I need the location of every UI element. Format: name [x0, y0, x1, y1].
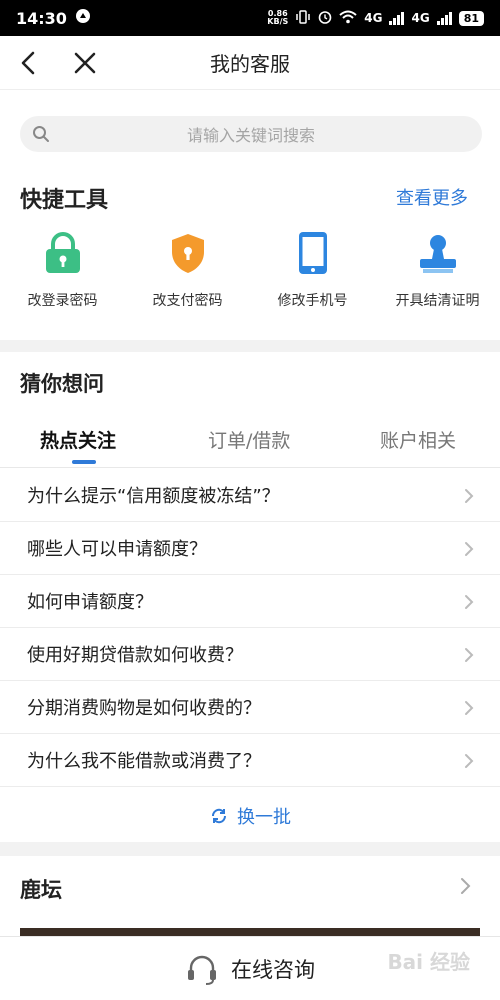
- quick-tools-title: 快捷工具: [20, 188, 109, 213]
- faq-item[interactable]: 为什么提示“信用额度被冻结”？: [0, 469, 500, 522]
- close-icon: [74, 52, 96, 74]
- refresh-icon: [211, 808, 227, 824]
- tool-label: 修改手机号: [277, 293, 348, 309]
- chevron-right-icon: [461, 878, 471, 894]
- chevron-right-icon: [465, 754, 474, 768]
- question-tabs: 热点关注 订单/借款 账户相关: [0, 416, 500, 468]
- chevron-right-icon: [465, 542, 474, 556]
- faq-question: 使用好期贷借款如何收费？: [27, 645, 243, 666]
- network-label-1: 4G: [364, 11, 383, 25]
- tab-account[interactable]: 账户相关: [380, 426, 456, 453]
- headset-icon: [188, 955, 216, 985]
- phone-icon: [290, 230, 336, 276]
- faq-question: 哪些人可以申请额度？: [27, 539, 207, 560]
- faq-list: 为什么提示“信用额度被冻结”？ 哪些人可以申请额度？ 如何申请额度？ 使用好期贷…: [0, 469, 500, 787]
- wifi-icon: [339, 10, 357, 27]
- search-placeholder: 请输入关键词搜索: [186, 126, 315, 145]
- back-button[interactable]: [14, 48, 44, 78]
- shield-icon: [165, 230, 211, 276]
- chevron-right-icon: [465, 701, 474, 715]
- tool-change-login-password[interactable]: 改登录密码: [0, 230, 125, 310]
- faq-item[interactable]: 哪些人可以申请额度？: [0, 522, 500, 575]
- faq-item[interactable]: 使用好期贷借款如何收费？: [0, 628, 500, 681]
- faq-item[interactable]: 为什么我不能借款或消费了？: [0, 734, 500, 787]
- chevron-right-icon: [465, 489, 474, 503]
- status-time: 14:30: [16, 8, 67, 28]
- tool-change-pay-password[interactable]: 改支付密码: [125, 230, 250, 310]
- faq-item[interactable]: 如何申请额度？: [0, 575, 500, 628]
- lock-icon: [40, 230, 86, 276]
- chevron-right-icon: [465, 595, 474, 609]
- faq-question: 为什么我不能借款或消费了？: [27, 751, 261, 772]
- guess-title: 猜你想问: [20, 372, 104, 396]
- search-icon: [33, 126, 49, 142]
- notification-icon: [75, 8, 91, 28]
- chevron-right-icon: [465, 648, 474, 662]
- faq-item[interactable]: 分期消费购物是如何收费的？: [0, 681, 500, 734]
- signal-icon: [389, 11, 405, 25]
- battery-level: 81: [458, 10, 484, 26]
- faq-question: 如何申请额度？: [27, 592, 153, 613]
- alarm-icon: [318, 10, 332, 27]
- close-button[interactable]: [70, 48, 100, 78]
- tool-label: 开具结清证明: [395, 293, 480, 309]
- network-speed: 0.86 KB/S: [267, 9, 289, 26]
- nav-bar: 我的客服: [0, 36, 500, 90]
- signal-icon-2: [436, 11, 452, 25]
- tab-orders-loans[interactable]: 订单/借款: [208, 426, 290, 453]
- faq-question: 分期消费购物是如何收费的？: [27, 698, 261, 719]
- refresh-label: 换一批: [237, 807, 291, 828]
- vibrate-icon: [295, 9, 311, 27]
- tool-change-phone[interactable]: 修改手机号: [250, 230, 375, 310]
- tool-label: 改支付密码: [152, 293, 223, 309]
- stamp-icon: [415, 230, 461, 276]
- status-bar: 14:30 0.86 KB/S 4G 4G 81: [0, 0, 500, 36]
- network-label-2: 4G: [411, 11, 430, 25]
- chevron-left-icon: [21, 51, 35, 75]
- forum-card[interactable]: 鹿坛: [0, 856, 500, 936]
- tool-label: 改登录密码: [27, 293, 98, 309]
- forum-banner-image: [20, 928, 480, 936]
- tool-settlement-certificate[interactable]: 开具结清证明: [375, 230, 500, 310]
- watermark-logo: Bai 经验: [387, 950, 470, 974]
- forum-title: 鹿坛: [20, 878, 62, 902]
- search-input[interactable]: 请输入关键词搜索: [20, 116, 482, 152]
- view-more-link[interactable]: 查看更多: [396, 184, 468, 210]
- tab-hot-topics[interactable]: 热点关注: [40, 426, 116, 453]
- quick-tools-list: 改登录密码 改支付密码 修改手机号 开具结清证明: [0, 230, 500, 310]
- top-card: 请输入关键词搜索 快捷工具 查看更多 改登录密码 改支付密码 修改手机号 开具结…: [0, 90, 500, 340]
- refresh-button[interactable]: 换一批: [0, 790, 500, 842]
- consult-label: 在线咨询: [231, 957, 315, 982]
- guess-card: 猜你想问 热点关注 订单/借款 账户相关 为什么提示“信用额度被冻结”？ 哪些人…: [0, 352, 500, 842]
- faq-question: 为什么提示“信用额度被冻结”？: [27, 486, 280, 507]
- active-tab-indicator: [72, 460, 96, 464]
